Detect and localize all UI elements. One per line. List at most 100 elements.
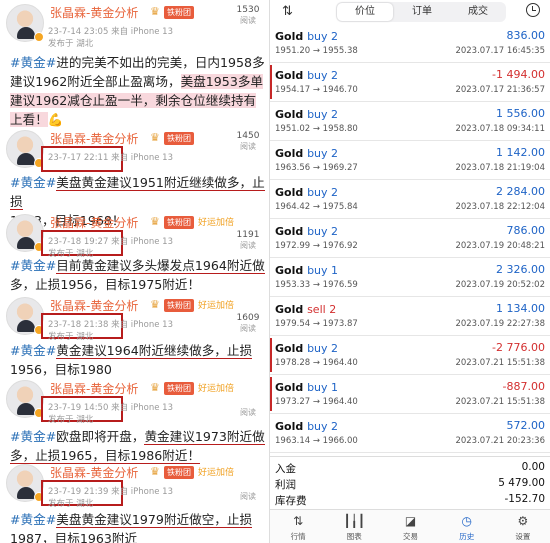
trade-profit: 786.00 [506, 224, 546, 237]
trade-side: buy 1 [307, 264, 339, 277]
post-header: 张晶霖-黄金分析 ♛ 铁粉团 23-7-14 23:05 来自 iPhone 1… [0, 0, 269, 58]
read-label: 阅读 [240, 241, 256, 250]
post-location: 发布于 湖北 [48, 415, 94, 425]
trade-side: buy 2 [307, 342, 339, 355]
trade-side: buy 2 [307, 108, 339, 121]
trade-row[interactable]: Gold buy 2 1951.20 → 1955.38 836.00 2023.07… [270, 24, 550, 63]
trade-prices: 1978.28 → 1964.40 [275, 358, 358, 368]
trade-prices: 1954.17 → 1946.70 [275, 85, 358, 95]
trade-row[interactable]: Gold buy 2 1963.56 → 1969.27 1 142.00 2023.… [270, 141, 550, 180]
trade-row[interactable]: Gold buy 2 1954.17 → 1946.70 -1 494.00 2023… [270, 63, 550, 102]
username[interactable]: 张晶霖-黄金分析 [50, 297, 138, 314]
trade-side: sell 2 [307, 303, 337, 316]
fan-badge: 铁粉团 [164, 6, 194, 19]
fan-badge: 铁粉团 [164, 466, 194, 479]
trade-profit: 572.00 [506, 419, 546, 432]
nav-history[interactable]: ◷ 历史 [439, 510, 495, 543]
post-header: 张晶霖-黄金分析 ♛ 铁粉团 好运加倍 23-7-19 14:50 来自 iPh… [0, 376, 269, 434]
read-label: 阅读 [240, 142, 256, 151]
trade-time: 2023.07.17 21:36:57 [455, 85, 545, 95]
trade-row[interactable]: Gold buy 2 1972.99 → 1976.92 786.00 2023.07… [270, 219, 550, 258]
trade-title: Gold buy 2 [275, 69, 338, 82]
read-label: 阅读 [240, 324, 256, 333]
tab-deals[interactable]: 成交 [450, 2, 506, 22]
trade-prices: 1973.27 → 1964.40 [275, 397, 358, 407]
summary-label: 入金 [275, 463, 296, 475]
trade-title: Gold buy 1 [275, 381, 338, 394]
segment-control: 价位 订单 成交 [336, 2, 506, 22]
hashtag[interactable]: #黄金# [10, 55, 56, 70]
hashtag[interactable]: #黄金# [10, 429, 56, 444]
trading-history-panel: ⇅ 价位 订单 成交 Gold buy 2 1951.20 → 1955.38 83… [269, 0, 550, 543]
trade-prices: 1951.20 → 1955.38 [275, 46, 358, 56]
trade-time: 2023.07.21 15:51:38 [455, 358, 545, 368]
nav-chart[interactable]: ┃╽┃ 图表 [326, 510, 382, 543]
trade-time: 2023.07.19 20:48:21 [455, 241, 545, 251]
post-text-underlined: 黄金建议1964附近继续做多，止损 [56, 343, 253, 359]
username[interactable]: 张晶霖-黄金分析 [50, 380, 138, 397]
loss-marker [270, 338, 272, 372]
trade-row[interactable]: Gold buy 1 1953.33 → 1976.59 2 326.00 2023.… [270, 258, 550, 297]
trade-profit: -887.00 [502, 380, 545, 393]
post-time: 23-7-18 19:27 来自 iPhone 13 [48, 237, 173, 247]
verified-badge-icon [34, 32, 44, 42]
post-text-part: 多，止损1956，目标1975附近！ [10, 277, 201, 292]
read-label: 阅读 [240, 16, 256, 25]
trade-profit: 2 284.00 [496, 185, 545, 198]
crown-icon: ♛ [150, 465, 160, 478]
trade-side: buy 2 [307, 420, 339, 433]
username[interactable]: 张晶霖-黄金分析 [50, 4, 138, 21]
nav-quotes[interactable]: ⇅ 行情 [270, 510, 326, 543]
summary-row: 库存费 -152.70 [270, 491, 550, 508]
summary-row: 利润 5 479.00 [270, 475, 550, 492]
trade-side: buy 2 [307, 30, 339, 43]
tab-price[interactable]: 价位 [337, 3, 393, 21]
trade-profit: 2 326.00 [496, 263, 545, 276]
trade-side: buy 2 [307, 69, 339, 82]
trade-row[interactable]: Gold buy 2 1963.14 → 1966.00 572.00 2023.07… [270, 414, 550, 453]
post-text-part: 欧盘即将开盘， [56, 429, 145, 444]
trade-row[interactable]: Gold buy 1 1973.27 → 1964.40 -887.00 2023.0… [270, 375, 550, 414]
trade-title: Gold buy 2 [275, 147, 338, 160]
username[interactable]: 张晶霖-黄金分析 [50, 130, 138, 147]
tab-orders[interactable]: 订单 [394, 2, 450, 22]
post-text-part: 1956，目标1980 [10, 362, 112, 377]
trade-row[interactable]: Gold sell 2 1979.54 → 1973.87 1 134.00 2023… [270, 297, 550, 336]
trade-symbol: Gold [275, 264, 304, 277]
chart-line-icon: ◪ [404, 514, 417, 528]
trade-symbol: Gold [275, 225, 304, 238]
summary-label: 利润 [275, 479, 296, 491]
gear-icon: ⚙ [517, 514, 529, 528]
nav-label: 图表 [346, 532, 362, 541]
trade-title: Gold buy 2 [275, 186, 338, 199]
hashtag[interactable]: #黄金# [10, 258, 56, 273]
nav-label: 设置 [515, 532, 531, 541]
read-stat: 1530 阅读 [228, 4, 268, 42]
sort-icon[interactable]: ⇅ [282, 4, 293, 19]
crown-icon: ♛ [150, 5, 160, 18]
trade-prices: 1963.56 → 1969.27 [275, 163, 358, 173]
post-time: 23-7-19 14:50 来自 iPhone 13 [48, 403, 173, 413]
clock-icon[interactable] [526, 3, 540, 17]
nav-trade[interactable]: ◪ 交易 [382, 510, 438, 543]
trade-row[interactable]: Gold buy 2 1978.28 → 1964.40 -2 776.00 2023… [270, 336, 550, 375]
trade-time: 2023.07.19 22:27:38 [455, 319, 545, 329]
username[interactable]: 张晶霖-黄金分析 [50, 464, 138, 481]
fan-badge: 铁粉团 [164, 299, 194, 312]
trade-symbol: Gold [275, 186, 304, 199]
username[interactable]: 张晶霖-黄金分析 [50, 214, 138, 231]
hashtag[interactable]: #黄金# [10, 175, 56, 190]
hashtag[interactable]: #黄金# [10, 512, 56, 527]
trade-row[interactable]: Gold buy 2 1951.02 → 1958.80 1 556.00 2023.… [270, 102, 550, 141]
trade-profit: -2 776.00 [492, 341, 545, 354]
nav-settings[interactable]: ⚙ 设置 [495, 510, 550, 543]
trade-row[interactable]: Gold buy 2 1964.42 → 1975.84 2 284.00 2023.… [270, 180, 550, 219]
trade-side: buy 2 [307, 186, 339, 199]
trade-symbol: Gold [275, 381, 304, 394]
trade-profit: 1 556.00 [496, 107, 545, 120]
crown-icon: ♛ [150, 131, 160, 144]
bottom-nav: ⇅ 行情 ┃╽┃ 图表 ◪ 交易 ◷ 历史 ⚙ 设置 [270, 509, 550, 543]
hashtag[interactable]: #黄金# [10, 343, 56, 358]
trade-symbol: Gold [275, 147, 304, 160]
post-time: 23-7-18 21:38 来自 iPhone 13 [48, 320, 173, 330]
